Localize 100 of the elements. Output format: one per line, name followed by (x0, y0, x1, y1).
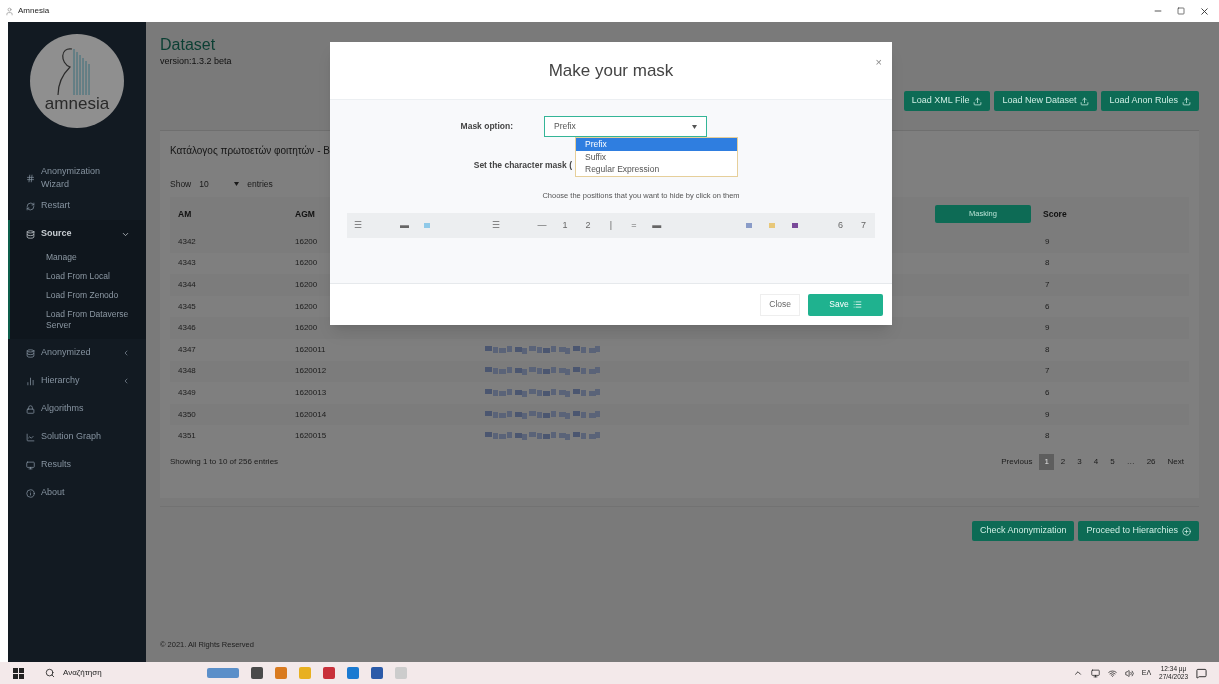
table-cell-text: 1620015 (295, 430, 328, 443)
table-cell-text: 9 (1044, 322, 1050, 335)
upload-icon (1080, 96, 1090, 106)
line-chart-icon (26, 432, 35, 442)
wifi-icon[interactable] (1107, 668, 1117, 678)
sidebar-item[interactable]: Hierarchy (10, 367, 146, 395)
sidebar-item[interactable]: About (10, 479, 146, 507)
pagination-link[interactable]: 5 (1105, 453, 1120, 470)
pagination-link[interactable]: 2 (1055, 453, 1071, 470)
search-icon (45, 668, 55, 678)
sidebar-item[interactable]: Anonymized (10, 339, 146, 367)
table-cell-text: 6 (1044, 386, 1050, 399)
table-cell-text: 16200 (295, 279, 319, 291)
check-anonymization-button[interactable]: Check Anonymization (971, 521, 1075, 541)
table-cell-text: 7 (1044, 365, 1050, 378)
dropdown-option[interactable]: Prefix (576, 138, 737, 151)
sidebar-item[interactable]: Source (10, 220, 146, 248)
notification-icon[interactable] (1196, 667, 1207, 679)
sidebar-item[interactable]: Solution Graph (10, 423, 146, 451)
proceed-button[interactable]: Proceed to Hierarchies (1078, 521, 1199, 541)
table-caption: Κατάλογος πρωτοετών φοιτητών - Β (170, 144, 330, 158)
table-cell-text: 8 (1044, 343, 1050, 356)
table-cell-text: 1620013 (295, 386, 328, 399)
position-character[interactable]: ☰ (347, 218, 370, 233)
table-cell-text: 8 (1044, 430, 1050, 443)
taskbar-search-field[interactable]: Αναζήτηση (37, 667, 177, 679)
close-icon-button[interactable]: × (875, 54, 882, 71)
close-button[interactable]: Close (760, 293, 800, 316)
close-icon[interactable] (1199, 5, 1210, 17)
windows-start-icon[interactable] (13, 667, 24, 679)
table-cell-text: 4344 (177, 279, 197, 291)
pagination-link[interactable]: 4 (1088, 453, 1104, 470)
sidebar-item[interactable]: Results (10, 451, 146, 479)
sidebar-subitem[interactable]: Manage (10, 248, 146, 267)
position-character[interactable]: ▬ (645, 218, 669, 233)
position-character[interactable]: — (530, 218, 554, 233)
table-cell-text: 7 (1044, 279, 1050, 291)
sidebar-item[interactable]: Restart (10, 192, 146, 220)
column-header: AM (177, 207, 193, 221)
position-character[interactable]: ▬ (392, 218, 416, 233)
pagination-link[interactable]: 3 (1072, 453, 1087, 470)
load-button[interactable]: Load XML File (903, 91, 991, 111)
table-cell-text: 16200 (295, 322, 319, 335)
chevron-up-icon[interactable] (1072, 668, 1083, 678)
dialog-title: Make your mask (548, 59, 674, 82)
pagination-link[interactable]: Next (1162, 453, 1189, 470)
bar-chart-icon (26, 376, 35, 386)
position-character[interactable]: | (599, 218, 623, 233)
version-text: version:1.3.2 beta (160, 55, 232, 67)
monitor-icon[interactable] (1090, 668, 1100, 678)
table-cell-text: 1620014 (295, 408, 328, 421)
table-cell-text: 16200 (295, 235, 319, 248)
position-character[interactable]: = (622, 218, 646, 233)
load-button[interactable]: Load Anon Rules (1101, 91, 1199, 111)
sidebar-item[interactable]: Anonymization Wizard (10, 164, 146, 192)
load-button[interactable]: Load New Dataset (994, 91, 1098, 111)
table-cell-text: 1620011 (295, 343, 327, 356)
table-cell-text: 8 (1044, 257, 1050, 270)
table-cell-text: 4347 (177, 343, 197, 356)
position-swatch[interactable] (768, 223, 775, 228)
database-icon (26, 348, 35, 358)
mask-option-select[interactable]: Prefix (544, 116, 707, 137)
pagination-link[interactable]: 26 (1141, 453, 1161, 470)
window-title: Amnesia (18, 5, 50, 17)
position-swatch[interactable] (791, 223, 798, 228)
refresh-icon (26, 201, 35, 211)
sidebar-subitem[interactable]: Load From Dataverse Server (10, 305, 146, 335)
position-swatch[interactable] (424, 223, 431, 228)
table-cell-text: 4346 (177, 322, 197, 335)
sidebar-subitem[interactable]: Load From Local (10, 267, 146, 286)
pagination-link[interactable]: Previous (996, 453, 1038, 470)
position-character[interactable]: 6 (829, 218, 852, 233)
position-character[interactable]: ☰ (484, 218, 508, 233)
volume-icon[interactable] (1124, 668, 1134, 678)
info-icon (26, 488, 35, 498)
position-character[interactable]: 2 (576, 218, 600, 233)
maximize-icon[interactable] (1177, 7, 1185, 15)
table-cell-text: 4342 (177, 235, 197, 248)
position-swatch[interactable] (745, 223, 752, 228)
table-cell-text: 9 (1044, 408, 1050, 421)
table-cell-text: 4351 (177, 430, 197, 443)
logo-text: amnesia (44, 95, 110, 112)
position-character[interactable]: 1 (553, 218, 577, 233)
character-mask-label: Set the character mask ( (472, 159, 572, 172)
entries-select[interactable]: 10 (199, 177, 240, 191)
app-icon (5, 6, 14, 16)
position-character[interactable]: 7 (851, 218, 875, 233)
sidebar-subitem[interactable]: Load From Zenodo (10, 286, 146, 305)
list-icon (852, 300, 862, 309)
sidebar-item[interactable]: Algorithms (10, 395, 146, 423)
page-title: Dataset (160, 35, 217, 55)
dropdown-option[interactable]: Suffix (576, 150, 737, 163)
monitor-icon (26, 460, 35, 470)
upload-icon (1182, 96, 1191, 106)
table-cell-text: 4348 (177, 365, 197, 378)
hash-icon (26, 173, 35, 183)
pagination-link[interactable]: 1 (1039, 453, 1054, 470)
dropdown-option[interactable]: Regular Expression (576, 163, 737, 176)
table-cell-text: 9 (1044, 235, 1050, 248)
pagination-link[interactable]: … (1121, 453, 1140, 470)
